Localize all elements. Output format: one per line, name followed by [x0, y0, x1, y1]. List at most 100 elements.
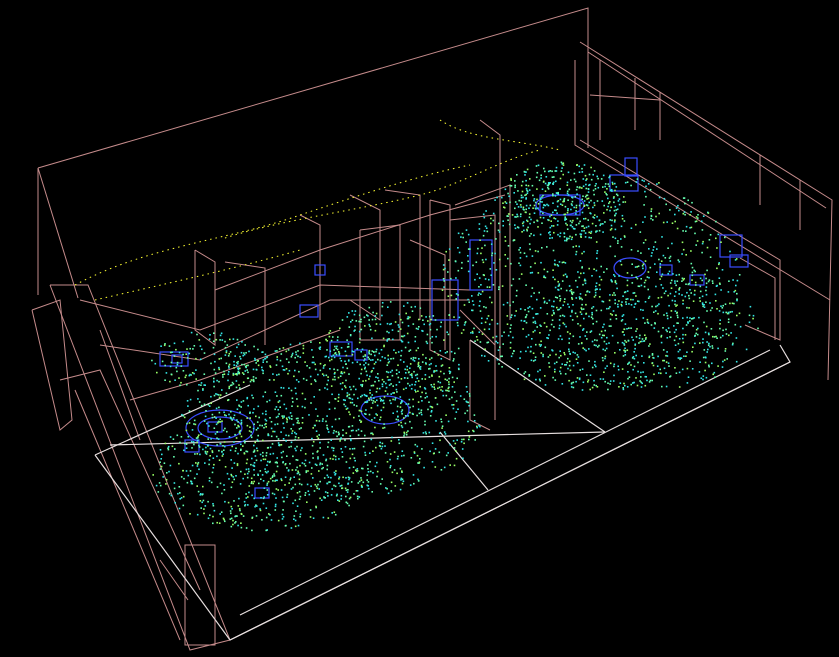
- streamline-particle: [341, 319, 344, 321]
- streamline-particle: [364, 354, 366, 356]
- streamline-particle: [274, 391, 277, 393]
- streamline-particle: [523, 372, 525, 375]
- streamline-particle: [602, 359, 604, 362]
- streamline-particle: [555, 353, 557, 356]
- streamline-particle: [712, 335, 714, 338]
- streamline-particle: [218, 380, 220, 383]
- streamline-particle: [642, 242, 645, 244]
- streamline-particle: [186, 481, 189, 484]
- streamline-particle: [531, 255, 534, 257]
- streamline-particle: [565, 325, 567, 328]
- 3d-viewport[interactable]: [0, 0, 839, 657]
- streamline-particle: [705, 282, 708, 285]
- streamline-particle: [160, 458, 162, 460]
- streamline-particle: [334, 418, 337, 421]
- streamline-particle: [238, 372, 241, 375]
- streamline-particle: [586, 198, 588, 200]
- streamline-particle: [575, 180, 577, 183]
- streamline-particle: [458, 363, 460, 366]
- streamline-particle: [581, 308, 583, 311]
- streamline-particle: [407, 325, 410, 327]
- streamline-particle: [421, 391, 423, 394]
- streamline-particle: [375, 312, 378, 315]
- streamline-particle: [394, 485, 397, 487]
- streamline-particle: [367, 363, 370, 366]
- streamline-particle: [154, 362, 157, 365]
- streamline-particle: [601, 300, 604, 303]
- streamline-particle: [586, 290, 588, 293]
- streamline-particle: [667, 294, 669, 297]
- streamline-particle: [216, 444, 218, 446]
- streamline-particle: [383, 402, 385, 405]
- streamline-particle: [425, 340, 428, 343]
- streamline-particle: [228, 367, 230, 369]
- streamline-particle: [711, 347, 714, 349]
- streamline-particle: [688, 307, 690, 309]
- streamline-particle: [571, 236, 573, 239]
- streamline-particle: [557, 285, 560, 287]
- streamline-particle: [186, 348, 188, 350]
- streamline-particle: [590, 232, 592, 234]
- streamline-particle: [576, 193, 578, 195]
- streamline-particle: [274, 505, 277, 508]
- streamline-particle: [352, 350, 355, 353]
- streamline-particle: [322, 454, 325, 456]
- streamline-particle: [628, 303, 630, 305]
- streamline-particle: [551, 225, 553, 227]
- streamline-particle: [577, 343, 580, 345]
- streamline-particle: [340, 494, 343, 497]
- streamline-particle: [206, 422, 208, 425]
- streamline-particle: [407, 430, 409, 432]
- streamline-particle: [344, 439, 346, 442]
- streamline-particle: [361, 385, 363, 388]
- streamline-particle: [325, 459, 327, 462]
- streamline-particle: [457, 247, 459, 249]
- streamline-particle: [291, 405, 293, 407]
- streamline-particle: [237, 452, 239, 455]
- streamline-particle: [296, 492, 299, 494]
- streamline-particle: [276, 423, 279, 425]
- streamline-particle: [311, 437, 313, 440]
- streamline-particle: [202, 499, 205, 502]
- streamline-particle: [386, 487, 388, 490]
- streamline-particle: [480, 252, 482, 255]
- streamline-particle: [277, 438, 280, 440]
- streamline-particle: [604, 183, 607, 185]
- streamline-particle: [549, 237, 551, 239]
- streamline-particle: [372, 359, 374, 361]
- streamline-particle: [187, 435, 190, 438]
- streamline-particle: [392, 392, 394, 394]
- streamline-particle: [701, 295, 704, 298]
- streamline-particle: [638, 300, 640, 303]
- streamline-particle: [165, 372, 168, 374]
- streamline-particle: [496, 196, 498, 199]
- streamline-particle: [544, 204, 547, 207]
- streamline-particle: [543, 300, 546, 303]
- streamline-particle: [240, 419, 243, 422]
- streamline-particle: [219, 394, 222, 396]
- streamline-particle: [160, 345, 162, 347]
- streamline-particle: [649, 266, 652, 269]
- streamline-particle: [498, 222, 500, 225]
- streamline-particle: [578, 222, 580, 225]
- streamline-particle: [441, 425, 444, 427]
- streamline-particle: [365, 409, 367, 411]
- streamline-particle: [631, 282, 634, 284]
- streamline-particle: [228, 436, 231, 438]
- streamline-particle: [533, 199, 535, 202]
- streamline-particle: [695, 284, 697, 286]
- streamline-particle: [635, 354, 637, 357]
- streamline-particle: [546, 313, 549, 315]
- streamline-particle: [477, 247, 479, 250]
- airflow-streamlines: [151, 161, 759, 532]
- streamline-particle: [387, 371, 390, 374]
- streamline-particle: [564, 373, 567, 375]
- streamline-particle: [723, 359, 726, 361]
- streamline-particle: [428, 315, 431, 318]
- streamline-particle: [213, 380, 215, 383]
- streamline-particle: [669, 331, 671, 333]
- streamline-particle: [362, 445, 365, 448]
- streamline-particle: [366, 484, 369, 487]
- streamline-particle: [556, 306, 558, 309]
- streamline-particle: [541, 247, 543, 249]
